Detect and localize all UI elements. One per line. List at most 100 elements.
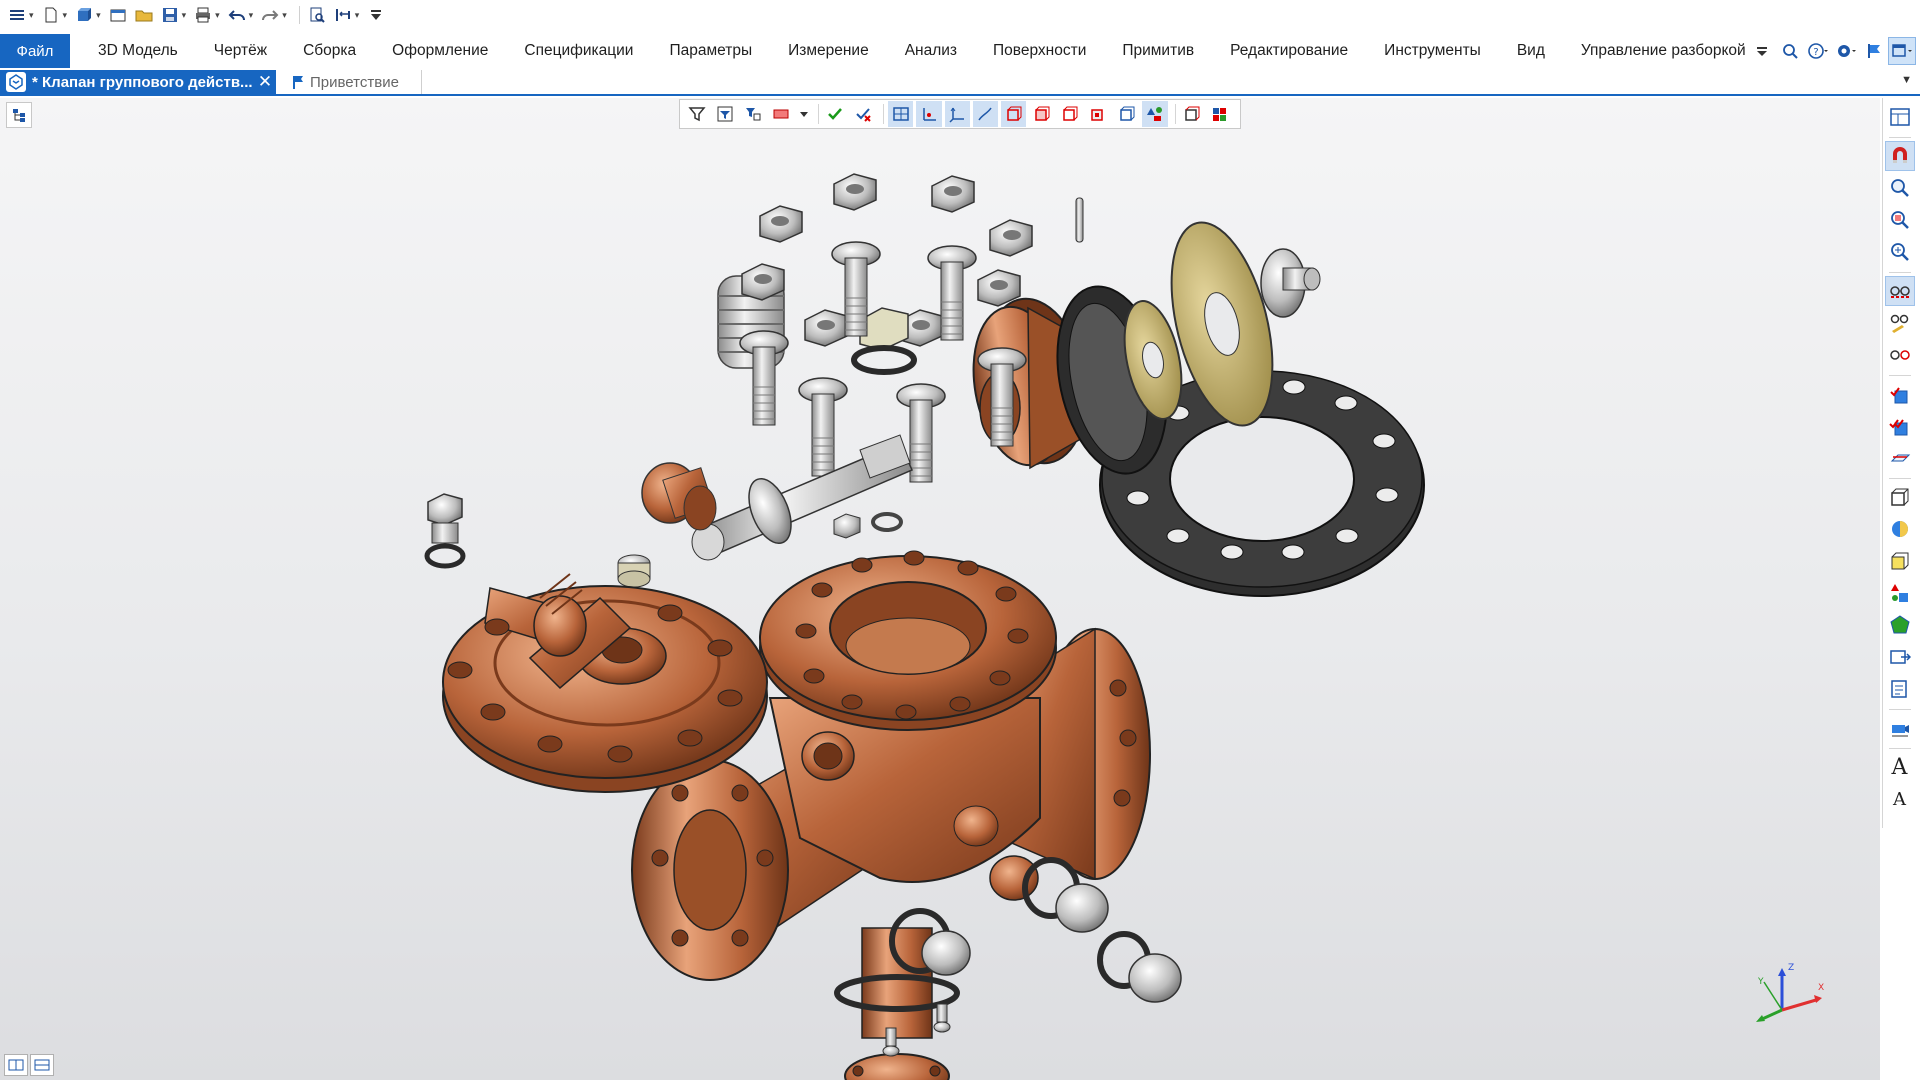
split-view-horizontal-icon[interactable] (30, 1054, 54, 1076)
undo-icon[interactable]: ▾ (226, 2, 256, 28)
model-tree-toggle-icon[interactable] (6, 102, 32, 128)
magnet-snap-icon[interactable] (1884, 141, 1915, 171)
tab-annotation[interactable]: Оформление (374, 34, 506, 68)
sphere-shading-icon[interactable] (1885, 514, 1915, 544)
tab-parameters[interactable]: Параметры (651, 34, 770, 68)
dropdown-icon[interactable] (797, 101, 811, 127)
check-cube-icon[interactable] (1885, 379, 1915, 409)
open-folder-icon[interactable] (133, 2, 155, 28)
find-icon[interactable] (306, 2, 328, 28)
small-screw[interactable] (933, 1003, 951, 1033)
window-layout-icon[interactable] (1888, 37, 1916, 65)
customize-icon[interactable] (365, 2, 387, 28)
green-shape-icon[interactable] (1885, 610, 1915, 640)
bolt[interactable] (739, 330, 789, 426)
tab-measure[interactable]: Измерение (770, 34, 887, 68)
solid-icon[interactable] (1058, 101, 1083, 127)
tab-drawing[interactable]: Чертёж (196, 34, 285, 68)
tab-analysis[interactable]: Анализ (887, 34, 975, 68)
stem-nut-assembly[interactable] (1260, 248, 1321, 318)
axis-icon[interactable] (916, 101, 942, 127)
zoom-fit-icon[interactable] (1885, 237, 1915, 267)
tab-file[interactable]: Файл (0, 34, 70, 68)
tab-specifications[interactable]: Спецификации (506, 34, 651, 68)
double-check-cube-icon[interactable] (1885, 411, 1915, 441)
glasses-pencil-icon[interactable] (1885, 308, 1915, 338)
close-icon[interactable]: ✕ (254, 72, 276, 92)
shell-icon[interactable] (1086, 101, 1111, 127)
copper-bushing[interactable] (641, 462, 717, 531)
separator (1888, 478, 1911, 479)
plug-screw[interactable] (424, 493, 466, 569)
bushing-small[interactable] (617, 554, 651, 588)
plug-small[interactable] (833, 512, 903, 539)
split-view-vertical-icon[interactable] (4, 1054, 28, 1076)
new-document-icon[interactable]: ▾ (40, 2, 70, 28)
pin[interactable] (1075, 197, 1084, 243)
hex-nut[interactable] (759, 205, 803, 243)
apply-check-icon[interactable] (823, 101, 848, 127)
plug-bolt[interactable] (1097, 931, 1182, 1003)
open-dialog-icon[interactable] (107, 2, 129, 28)
zoom-window-icon[interactable] (1885, 205, 1915, 235)
yellow-cube-icon[interactable] (1885, 546, 1915, 576)
help-icon[interactable]: ? (1804, 37, 1832, 65)
tabs-dropdown-icon[interactable]: ▼ (1901, 74, 1912, 86)
glasses-icon[interactable] (1884, 276, 1915, 306)
zoom-icon[interactable] (1885, 173, 1915, 203)
curve-icon[interactable] (972, 101, 999, 127)
exploded-assembly-model[interactable] (0, 98, 1880, 1080)
tab-view[interactable]: Вид (1499, 34, 1563, 68)
text-style-icon[interactable]: A (1885, 752, 1915, 782)
menu-icon[interactable]: ▾ (6, 2, 36, 28)
wireframe-cube-icon[interactable] (1885, 482, 1915, 512)
ribbon-tabs: Файл 3D Модель Чертёж Сборка Оформление … (0, 33, 1920, 69)
color-component-icon[interactable] (1208, 101, 1233, 127)
clear-check-icon[interactable] (851, 101, 876, 127)
settings-icon[interactable] (1832, 37, 1860, 65)
export-view-icon[interactable] (1885, 642, 1915, 672)
assembly-icon[interactable] (1142, 101, 1168, 127)
tab-editing[interactable]: Редактирование (1212, 34, 1366, 68)
plane-icon[interactable] (888, 101, 914, 127)
render-settings-icon[interactable] (1885, 674, 1915, 704)
model-viewport[interactable]: Z Y X (0, 98, 1880, 1080)
tab-surfaces[interactable]: Поверхности (975, 34, 1104, 68)
redo-icon[interactable]: ▾ (259, 2, 289, 28)
tab-assembly[interactable]: Сборка (285, 34, 374, 68)
new-part-icon[interactable]: ▾ (73, 2, 103, 28)
macro-icon[interactable]: ▾ (332, 2, 362, 28)
text-size-icon[interactable]: A (1885, 784, 1915, 814)
component-icon[interactable] (1180, 101, 1205, 127)
ribbon-collapse-icon[interactable] (1748, 37, 1776, 65)
flag-icon[interactable] (1860, 37, 1888, 65)
view-layout-icon[interactable] (1885, 102, 1915, 132)
color-fill-icon[interactable] (769, 101, 794, 127)
document-tab-welcome[interactable]: Приветствие (282, 70, 422, 94)
glasses-red-icon[interactable] (1885, 340, 1915, 370)
save-icon[interactable]: ▾ (159, 2, 189, 28)
face-icon[interactable] (1001, 101, 1027, 127)
csys-icon[interactable] (944, 101, 970, 127)
filter-icon[interactable] (684, 101, 709, 127)
colored-parts-icon[interactable] (1885, 578, 1915, 608)
section-plane-icon[interactable] (1885, 443, 1915, 473)
print-icon[interactable]: ▾ (192, 2, 222, 28)
search-icon[interactable] (1776, 37, 1804, 65)
body-icon[interactable] (1029, 101, 1054, 127)
tab-3d-model[interactable]: 3D Модель (80, 34, 196, 68)
filter-select-icon[interactable] (741, 101, 766, 127)
bolt[interactable] (798, 377, 848, 477)
hex-nut[interactable] (989, 219, 1033, 257)
tab-explode-management[interactable]: Управление разборкой (1563, 34, 1764, 68)
frame-icon[interactable] (1114, 101, 1139, 127)
hex-nut[interactable] (804, 309, 848, 347)
hex-nut[interactable] (931, 175, 975, 213)
camera-icon[interactable] (1885, 713, 1915, 743)
tab-tools[interactable]: Инструменты (1366, 34, 1499, 68)
valve-stem[interactable] (691, 434, 913, 561)
tab-primitive[interactable]: Примитив (1104, 34, 1212, 68)
document-tab-active[interactable]: * Клапан группового действ... ✕ (0, 70, 276, 94)
hex-nut[interactable] (833, 173, 877, 211)
filter-list-icon[interactable] (712, 101, 737, 127)
